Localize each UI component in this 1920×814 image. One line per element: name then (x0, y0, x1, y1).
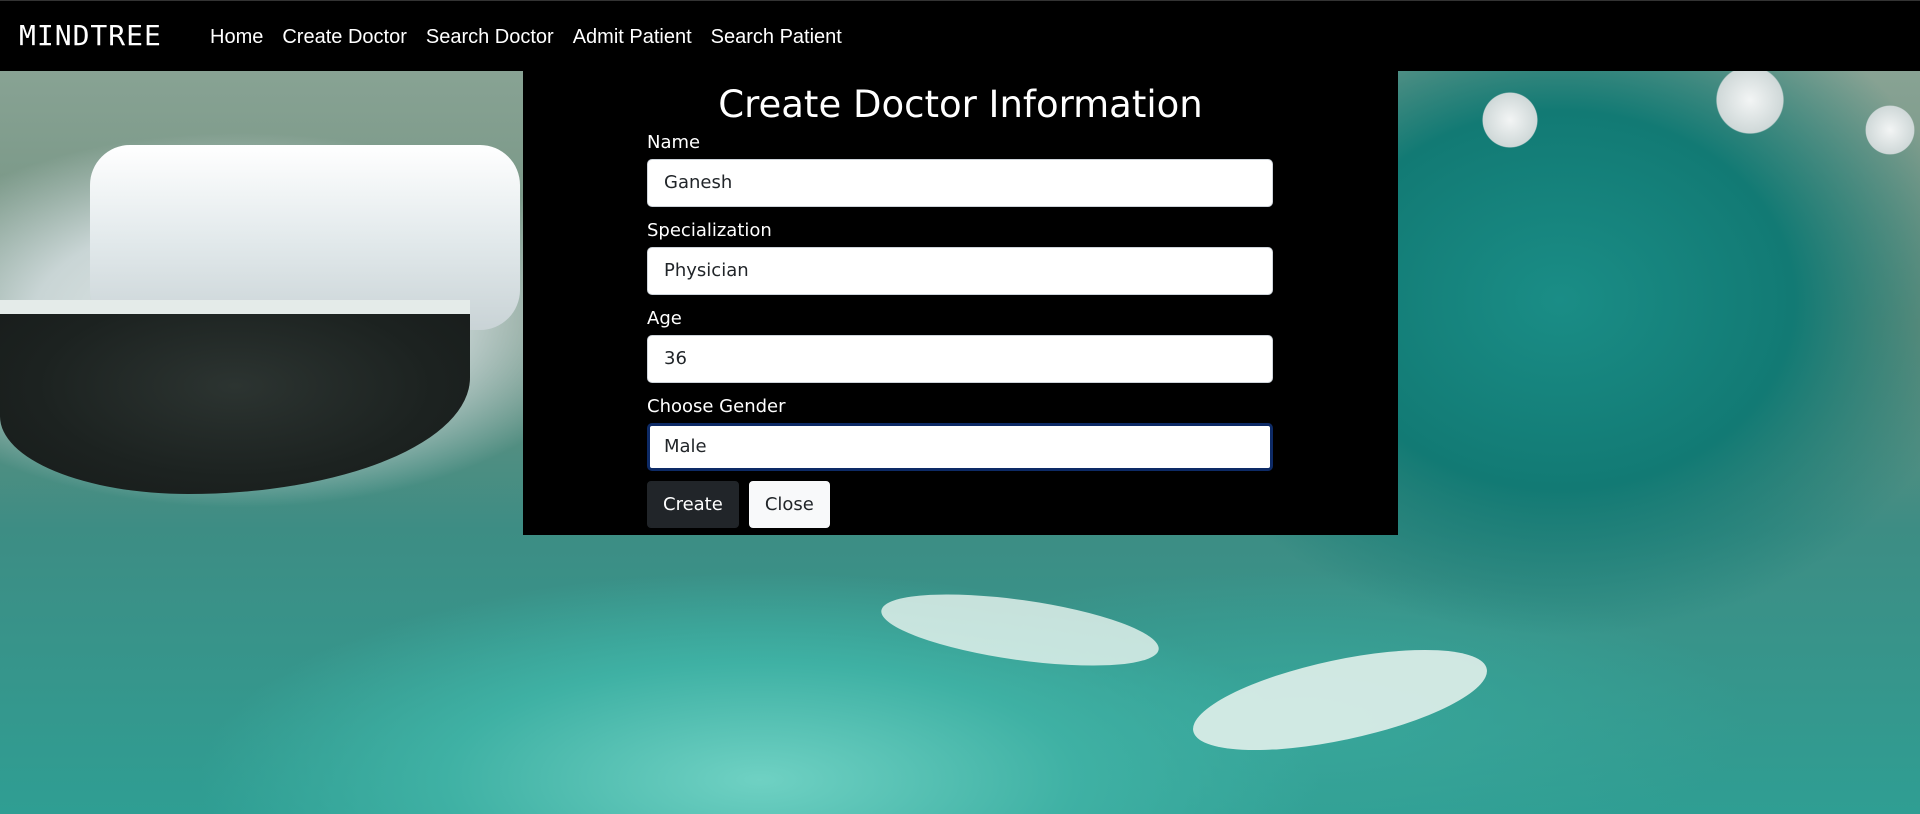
age-label: Age (647, 308, 682, 329)
navbar: MINDTREE Home Create Doctor Search Docto… (0, 0, 1920, 71)
close-button[interactable]: Close (748, 481, 830, 528)
nav-link-search-doctor[interactable]: Search Doctor (426, 24, 554, 50)
glove-shape (1184, 629, 1496, 771)
ceiling-lights (1420, 60, 1920, 180)
page: MINDTREE Home Create Doctor Search Docto… (0, 0, 1920, 814)
brand-logo[interactable]: MINDTREE (19, 19, 162, 53)
nav-links: Home Create Doctor Search Doctor Admit P… (210, 24, 861, 50)
gender-label: Choose Gender (647, 396, 786, 417)
name-input[interactable]: Ganesh (647, 159, 1273, 207)
doctor-form: Name Ganesh Specialization Physician Age… (647, 131, 1273, 528)
form-actions: Create Close (647, 481, 1273, 528)
nav-link-create-doctor[interactable]: Create Doctor (282, 24, 407, 50)
surgical-lamp (0, 300, 470, 494)
glove-shape (877, 580, 1163, 680)
specialization-label: Specialization (647, 220, 772, 241)
specialization-input[interactable]: Physician (647, 247, 1273, 295)
create-doctor-panel: Create Doctor Information Name Ganesh Sp… (523, 71, 1398, 535)
gender-select[interactable]: Male (647, 423, 1273, 471)
nav-link-search-patient[interactable]: Search Patient (711, 24, 842, 50)
create-button[interactable]: Create (647, 481, 739, 528)
name-label: Name (647, 132, 701, 153)
page-title: Create Doctor Information (718, 83, 1203, 126)
nav-link-home[interactable]: Home (210, 24, 263, 50)
nav-link-admit-patient[interactable]: Admit Patient (573, 24, 692, 50)
age-input[interactable]: 36 (647, 335, 1273, 383)
